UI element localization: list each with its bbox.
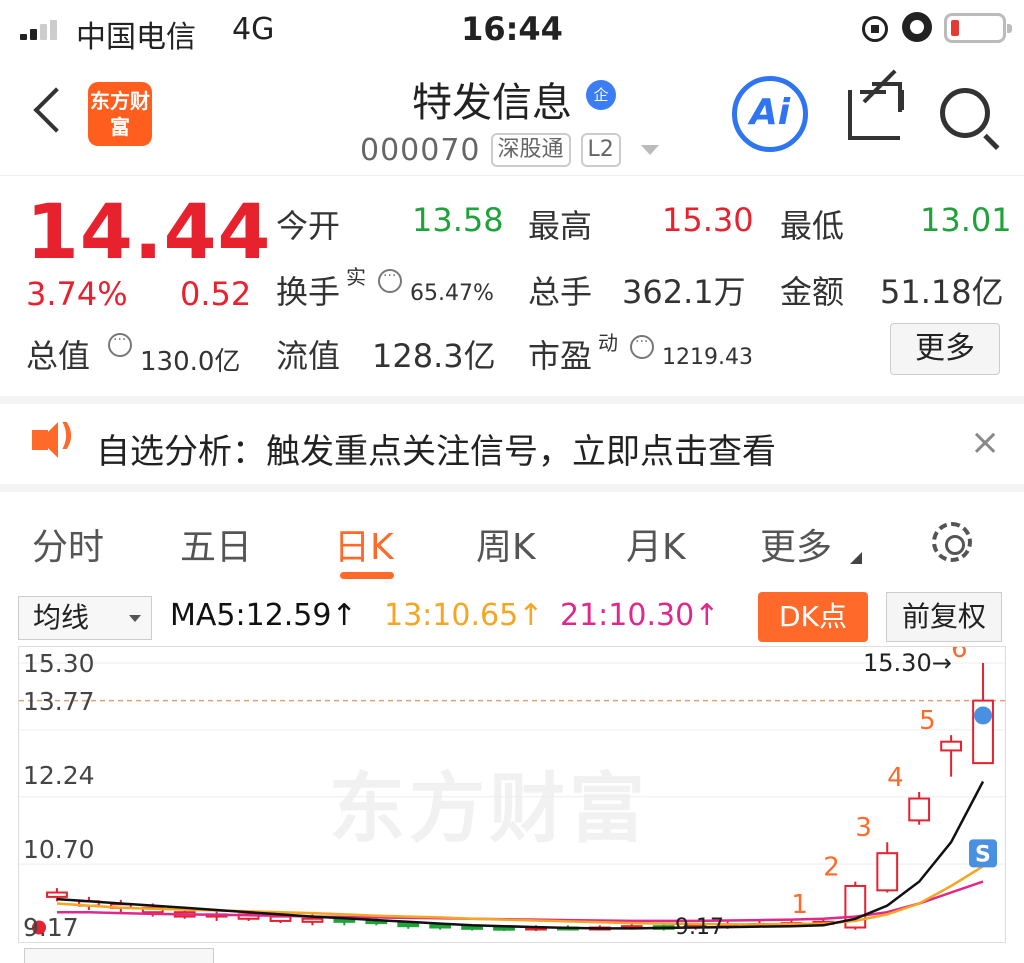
active-tab-underline [340,572,394,579]
ma5-line [56,780,985,930]
signal-mark: 6 [951,647,968,664]
current-marker [974,706,993,725]
float-value: 128.3亿 [372,337,496,375]
candle-body [940,740,962,752]
caret-down-icon[interactable] [640,145,659,155]
info-icon[interactable] [630,334,654,359]
notice-text[interactable]: 自选分析：触发重点关注信号，立即点击查看 [96,424,776,473]
open-label: 今开 [276,207,341,245]
alarm-icon [902,12,932,42]
open-value: 13.58 [412,201,504,239]
adjust-button[interactable]: 前复权 [886,592,1002,642]
peak-price-label: 15.30→ [863,649,952,677]
ma21-value: 21:10.30↑ [560,598,720,633]
pe-sup: 动 [598,331,618,355]
tab-weekly-k[interactable]: 周K [476,518,536,570]
candle-body [493,926,515,931]
low-value: 13.01 [920,201,1012,239]
amount-value: 51.18亿 [880,273,1004,311]
signal-mark: 1 [791,890,808,920]
volume-label: 总手 [528,273,593,311]
close-icon[interactable]: × [970,422,1000,463]
tab-daily-k[interactable]: 日K [334,518,394,570]
notice-banner[interactable]: 自选分析：触发重点关注信号，立即点击查看 × [0,396,1024,492]
ma5-value: MA5:12.59↑ [170,598,357,633]
stock-code: 000070 [360,132,481,168]
tag-l2: L2 [580,133,621,167]
y-tick-label: 13.77 [23,687,95,716]
period-tabs: 分时 五日 日K 周K 月K 更多 [0,500,1024,588]
y-tick-label: 12.24 [23,761,95,790]
stock-code-row[interactable]: 000070 深股通 L2 [360,130,659,170]
corner-caret-icon [850,552,862,564]
ma21-line [57,880,984,923]
candle-body [876,852,899,892]
low-price-label: 9.17 [675,915,724,940]
ai-button[interactable]: Ai [732,76,808,152]
mktcap-label: 总值 [26,337,91,375]
ma13-value: 13:10.65↑ [384,598,544,633]
volume-select[interactable] [24,948,214,963]
sell-marker-label: S [975,842,991,867]
dk-point-button[interactable]: DK点 [758,592,868,642]
candle-body [269,915,292,922]
turnover-label: 换手 [276,273,341,311]
tab-monthly-k[interactable]: 月K [626,518,686,570]
stock-header: 东方财富 特发信息 企 000070 深股通 L2 Ai [0,58,1024,176]
turnover-value: 65.47% [410,281,494,306]
change-percent: 3.74% [26,275,128,313]
indicator-select[interactable]: 均线 [18,596,152,640]
signal-mark: 5 [919,706,936,736]
pe-value: 1219.43 [662,345,753,370]
signal-mark: 4 [887,763,904,793]
y-tick-label: 10.70 [23,835,95,864]
candle-body [397,922,420,928]
tab-intraday[interactable]: 分时 [32,518,104,570]
corp-badge: 企 [586,80,616,110]
info-icon[interactable] [378,268,402,293]
float-label: 流值 [276,337,341,375]
low-label: 最低 [780,207,845,245]
signal-mark: 2 [823,853,840,883]
kline-chart[interactable]: 东方财富 123456S 15.30 13.77 12.24 10.70 9.1… [18,646,1006,943]
rotation-lock-icon [862,16,888,42]
gear-icon[interactable] [932,522,972,562]
tab-more[interactable]: 更多 [760,518,832,570]
y-tick-label: 15.30 [23,649,95,678]
tab-five-day[interactable]: 五日 [180,518,252,570]
speaker-icon [32,418,74,458]
candle-body [908,797,931,822]
high-label: 最高 [528,207,593,245]
volume-value: 362.1万 [622,273,746,311]
change-amount: 0.52 [180,275,252,313]
mktcap-value: 130.0亿 [140,347,241,377]
signal-mark: 3 [855,813,872,843]
search-icon[interactable] [940,88,990,138]
info-icon[interactable] [108,332,132,357]
pe-label: 市盈 [528,337,593,375]
tag-sgt: 深股通 [490,133,571,167]
high-value: 15.30 [662,201,754,239]
status-bar: 中国电信 4G 16:44 [0,0,1024,58]
battery-icon [944,13,1012,43]
amount-label: 金额 [780,273,845,311]
candle-body [429,924,452,929]
more-button[interactable]: 更多 [890,323,1000,375]
candle-body [46,891,68,898]
last-price: 14.44 [26,187,272,276]
quote-panel: 14.44 3.74% 0.52 今开 13.58 最高 15.30 最低 13… [0,177,1024,395]
ma-bar: 均线 MA5:12.59↑ 13:10.65↑ 21:10.30↑ DK点 前复… [0,588,1024,644]
candle-body [301,917,324,923]
volume-strip [0,944,1024,963]
turnover-sup: 实 [346,265,366,289]
y-tick-label: 9.17 [23,913,79,942]
kline-svg[interactable]: 12345 6 S [19,647,1006,943]
